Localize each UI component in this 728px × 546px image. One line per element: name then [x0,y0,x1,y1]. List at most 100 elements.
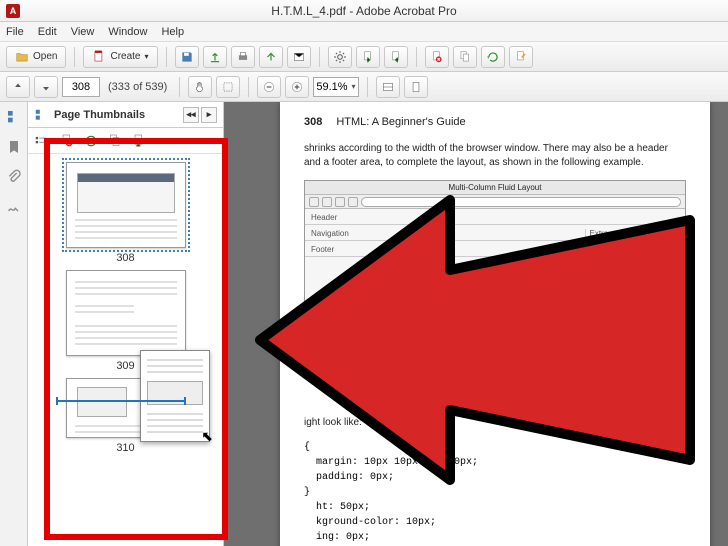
paragraph: ylesheet somewhat, depending on the leng… [304,348,686,362]
figure-title: Multi-Column Fluid Layout [305,181,685,195]
print-icon [236,50,250,64]
select-tool-button[interactable] [216,76,240,98]
share-button[interactable] [259,46,283,68]
cursor-select-icon [221,80,235,94]
email-button[interactable] [287,46,311,68]
rotate-icon [486,50,500,64]
create-label: Create [110,51,140,62]
pdf-app-icon [6,4,20,18]
signatures-tab-icon[interactable] [5,198,23,216]
arrow-up-icon [11,80,25,94]
copy-page-icon [458,50,472,64]
divider [166,47,167,67]
toolbar-nav: (333 of 539) 59.1% [0,72,728,102]
figure-browser-mock: Multi-Column Fluid Layout Header Navigat… [304,180,686,310]
fig-nav: Navigation [311,229,401,238]
fit-width-icon [381,80,395,94]
create-pdf-icon [92,50,106,64]
copy-page-button[interactable] [453,46,477,68]
paragraph: ight look like: [304,416,686,430]
paragraph: shrinks according to the width of the br… [304,142,686,170]
print-button[interactable] [231,46,255,68]
edit-icon [514,50,528,64]
doc-export-button[interactable] [356,46,380,68]
menu-edit[interactable]: Edit [38,26,57,38]
fig-content: Content [401,229,585,238]
doc-arrow-in-icon [389,50,403,64]
fit-page-icon [409,80,423,94]
running-head: HTML: A Beginner's Guide [336,116,465,128]
drop-insert-indicator [56,400,186,402]
open-label: Open [33,51,57,62]
hand-icon [193,80,207,94]
menu-view[interactable]: View [71,26,95,38]
bookmarks-tab-icon[interactable] [5,138,23,156]
arrow-down-icon [39,80,53,94]
prev-page-button[interactable] [6,76,30,98]
code-block: { margin: 10px 10px 0px 10px; padding: 0… [304,440,686,546]
share-icon [264,50,278,64]
page-number-input[interactable] [62,77,100,97]
page-count-label: (333 of 539) [108,81,167,93]
email-icon [292,50,306,64]
paragraph: int to help you build the basic page [304,324,686,338]
export-button[interactable] [203,46,227,68]
folder-open-icon [15,50,29,64]
doc-import-button[interactable] [384,46,408,68]
dragging-thumbnail [140,350,210,442]
zoom-level-select[interactable]: 59.1% [313,77,358,97]
thumb-extract-button[interactable] [106,132,124,150]
main-area: Page Thumbnails ◂◂ ▸ ▾ 308 [0,102,728,546]
create-button[interactable]: Create ▾ [83,46,157,68]
divider [367,77,368,97]
chevron-down-icon: ▾ [144,52,148,61]
delete-page-button[interactable] [425,46,449,68]
divider [319,47,320,67]
attachments-tab-icon[interactable] [5,168,23,186]
toolbar-main: Open Create ▾ [0,42,728,72]
thumb-rotate-button[interactable] [82,132,100,150]
settings-button[interactable] [328,46,352,68]
thumbnails-header: Page Thumbnails ◂◂ ▸ [28,102,223,128]
fig-extras: Extras [585,229,680,238]
edit-page-button[interactable] [509,46,533,68]
menu-file[interactable]: File [6,26,24,38]
menu-help[interactable]: Help [161,26,184,38]
divider [179,77,180,97]
fit-page-button[interactable] [404,76,428,98]
thumb-collapse-right-button[interactable]: ▸ [201,107,217,123]
divider [416,47,417,67]
thumbnails-toolbar: ▾ [28,128,223,154]
thumb-label: 308 [66,252,186,264]
rotate-page-button[interactable] [481,46,505,68]
menu-bar: File Edit View Window Help [0,22,728,42]
next-page-button[interactable] [34,76,58,98]
page-number: 308 [304,116,322,128]
minus-icon [262,80,276,94]
thumb-replace-button[interactable] [130,132,148,150]
hand-tool-button[interactable] [188,76,212,98]
save-button[interactable] [175,46,199,68]
thumb-label: 310 [66,442,186,454]
thumb-page-308[interactable]: 308 [66,162,186,264]
thumb-collapse-left-button[interactable]: ◂◂ [183,107,199,123]
thumbnails-tab-icon[interactable] [5,108,23,126]
divider [74,47,75,67]
thumb-options-button[interactable]: ▾ [34,132,52,150]
fit-width-button[interactable] [376,76,400,98]
document-page: 308 HTML: A Beginner's Guide shrinks acc… [280,102,710,546]
open-button[interactable]: Open [6,46,66,68]
sidebar-strip [0,102,28,546]
divider [248,77,249,97]
zoom-out-button[interactable] [257,76,281,98]
export-icon [208,50,222,64]
menu-window[interactable]: Window [108,26,147,38]
window-title: H.T.M.L_4.pdf - Adobe Acrobat Pro [271,4,456,18]
paragraph: age layout, the following shows what the… [304,392,686,406]
gear-icon [333,50,347,64]
fig-footer: Footer [305,243,685,257]
zoom-in-button[interactable] [285,76,309,98]
plus-icon [290,80,304,94]
document-view[interactable]: 308 HTML: A Beginner's Guide shrinks acc… [224,102,728,546]
thumb-delete-button[interactable] [58,132,76,150]
